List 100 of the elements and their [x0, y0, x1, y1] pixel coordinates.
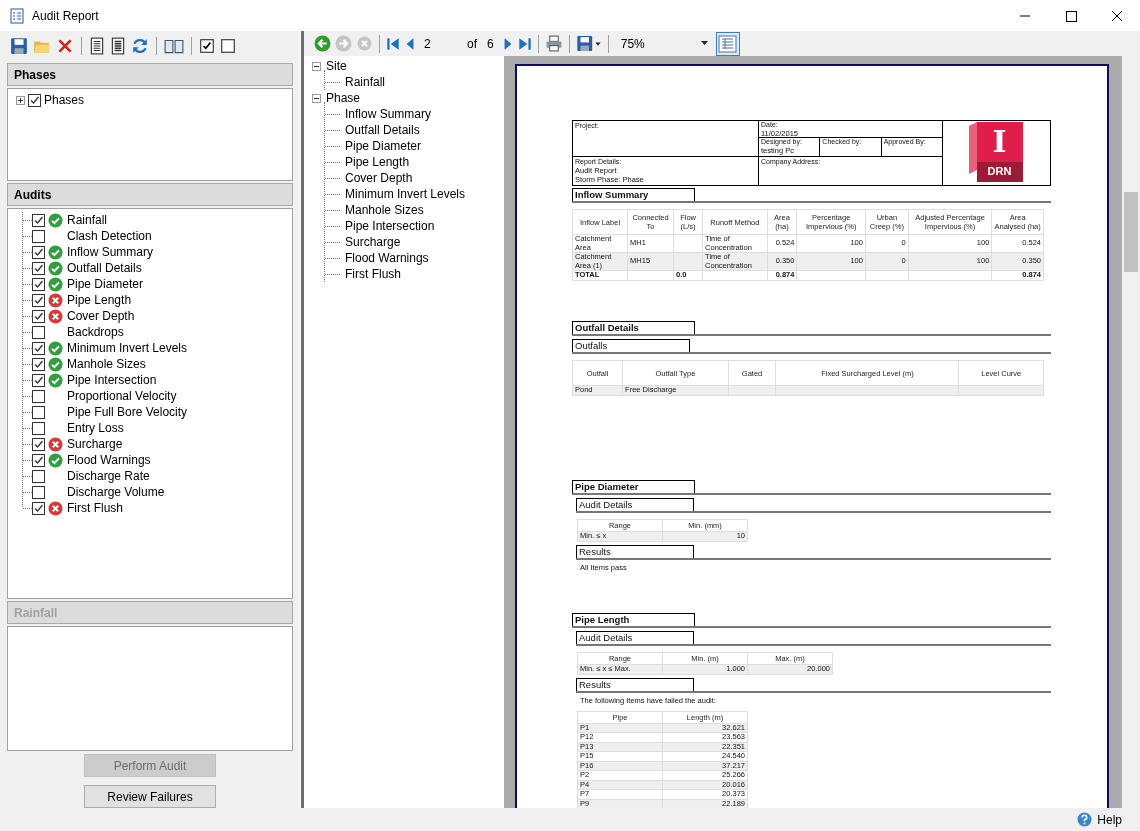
page-layout-icon[interactable]: [715, 31, 740, 56]
checkbox[interactable]: [32, 245, 45, 259]
audit-item[interactable]: Pipe Intersection: [67, 373, 157, 387]
document-icon[interactable]: [89, 37, 105, 55]
checkbox[interactable]: [32, 261, 45, 275]
logo-letter: I: [991, 125, 1008, 159]
checkbox[interactable]: [32, 293, 45, 307]
page-field[interactable]: 2: [420, 36, 460, 51]
checkbox[interactable]: [32, 437, 45, 451]
book-icon[interactable]: [164, 37, 184, 55]
panel-title: Phases: [14, 67, 57, 82]
error-icon: [48, 436, 63, 452]
checkbox[interactable]: [32, 453, 45, 467]
subsection-heading: Audit Details: [576, 631, 694, 644]
outline-item[interactable]: Outfall Details: [345, 123, 420, 137]
check-icon: [48, 340, 63, 356]
help-icon[interactable]: [1077, 812, 1093, 827]
back-icon[interactable]: [314, 35, 331, 52]
check-icon: [48, 356, 63, 372]
report-icon: [10, 7, 24, 24]
outline-item[interactable]: First Flush: [345, 267, 401, 281]
print-icon[interactable]: [544, 35, 563, 52]
logo-text: DRN: [986, 165, 1013, 177]
save-icon[interactable]: [10, 37, 28, 55]
checkbox[interactable]: [28, 93, 41, 107]
last-page-icon[interactable]: [517, 35, 532, 52]
collapse-icon[interactable]: [312, 61, 321, 71]
expand-icon[interactable]: [16, 95, 25, 105]
outline-item[interactable]: Surcharge: [345, 235, 401, 249]
audit-item[interactable]: First Flush: [67, 501, 123, 515]
checkbox[interactable]: [32, 309, 45, 323]
outline-item[interactable]: Minimum Invert Levels: [345, 187, 466, 201]
outline-item[interactable]: Flood Warnings: [345, 251, 429, 265]
zoom-dropdown[interactable]: 75%: [614, 36, 712, 51]
section-heading: Outfall Details: [572, 321, 695, 334]
check-icon: [48, 276, 63, 292]
outline-item[interactable]: Pipe Length: [345, 155, 410, 169]
outline-item[interactable]: Phase: [326, 91, 361, 105]
subsection-heading: Outfalls: [572, 339, 690, 352]
audit-item[interactable]: Flood Warnings: [67, 453, 151, 467]
help-link[interactable]: Help: [1097, 812, 1122, 827]
audit-item[interactable]: Discharge Rate: [67, 469, 150, 483]
audit-item[interactable]: Pipe Full Bore Velocity: [67, 405, 188, 419]
logo: [968, 122, 1025, 182]
check-icon: [48, 452, 63, 468]
checkbox[interactable]: [32, 373, 45, 387]
outline-item[interactable]: Site: [326, 59, 347, 73]
error-icon: [48, 292, 63, 308]
outline-item[interactable]: Manhole Sizes: [345, 203, 424, 217]
caret-icon[interactable]: [700, 41, 709, 46]
section-heading: Pipe Length: [572, 613, 695, 626]
checkbox[interactable]: [32, 389, 45, 403]
section-heading: Inflow Summary: [572, 188, 695, 201]
audit-item[interactable]: Backdrops: [67, 325, 124, 339]
checkbox[interactable]: [32, 277, 45, 291]
checkbox[interactable]: [32, 341, 45, 355]
document-icon[interactable]: [110, 37, 126, 55]
delete-icon[interactable]: [56, 37, 74, 55]
subsection-heading: Results: [576, 677, 694, 691]
audit-item[interactable]: Surcharge: [67, 437, 123, 451]
audit-item[interactable]: Pipe Diameter: [67, 277, 144, 291]
checkbox[interactable]: [32, 485, 45, 499]
audit-item[interactable]: Cover Depth: [67, 309, 135, 323]
checkbox[interactable]: [32, 325, 45, 339]
audit-item[interactable]: Proportional Velocity: [67, 389, 177, 403]
audit-item[interactable]: Outfall Details: [67, 261, 142, 275]
audit-item[interactable]: Discharge Volume: [67, 485, 165, 499]
audit-item[interactable]: Clash Detection: [67, 229, 152, 243]
check-icon: [48, 260, 63, 276]
save-dropdown-icon[interactable]: [575, 35, 602, 52]
refresh-icon[interactable]: [131, 37, 149, 55]
outline-item[interactable]: Pipe Intersection: [345, 219, 435, 233]
checkbox[interactable]: [32, 357, 45, 371]
outline-item[interactable]: Inflow Summary: [345, 107, 432, 121]
checkbox-icon[interactable]: [199, 37, 215, 55]
collapse-icon[interactable]: [312, 93, 321, 103]
action-button[interactable]: Review Failures: [84, 785, 216, 808]
checkbox[interactable]: [32, 421, 45, 435]
audit-item[interactable]: Inflow Summary: [67, 245, 154, 259]
audit-item[interactable]: Minimum Invert Levels: [67, 341, 188, 355]
audit-item[interactable]: Entry Loss: [67, 421, 124, 435]
checkbox[interactable]: [32, 405, 45, 419]
outline-item[interactable]: Rainfall: [345, 75, 386, 89]
checkbox[interactable]: [32, 213, 45, 227]
audit-item[interactable]: Rainfall: [67, 213, 108, 227]
checkbox-icon[interactable]: [220, 37, 236, 55]
check-icon: [48, 372, 63, 388]
page-count: 6: [487, 36, 494, 51]
checkbox[interactable]: [32, 229, 45, 243]
first-page-icon[interactable]: [386, 35, 400, 52]
section-heading: Pipe Diameter: [572, 480, 695, 493]
outline-item[interactable]: Pipe Diameter: [345, 139, 422, 153]
tree-item[interactable]: Phases: [44, 93, 85, 107]
audit-item[interactable]: Manhole Sizes: [67, 357, 146, 371]
subsection-heading: Audit Details: [576, 498, 694, 511]
checkbox[interactable]: [32, 469, 45, 483]
checkbox[interactable]: [32, 501, 45, 515]
check-icon: [48, 212, 63, 228]
audit-item[interactable]: Pipe Length: [67, 293, 132, 307]
outline-item[interactable]: Cover Depth: [345, 171, 413, 185]
